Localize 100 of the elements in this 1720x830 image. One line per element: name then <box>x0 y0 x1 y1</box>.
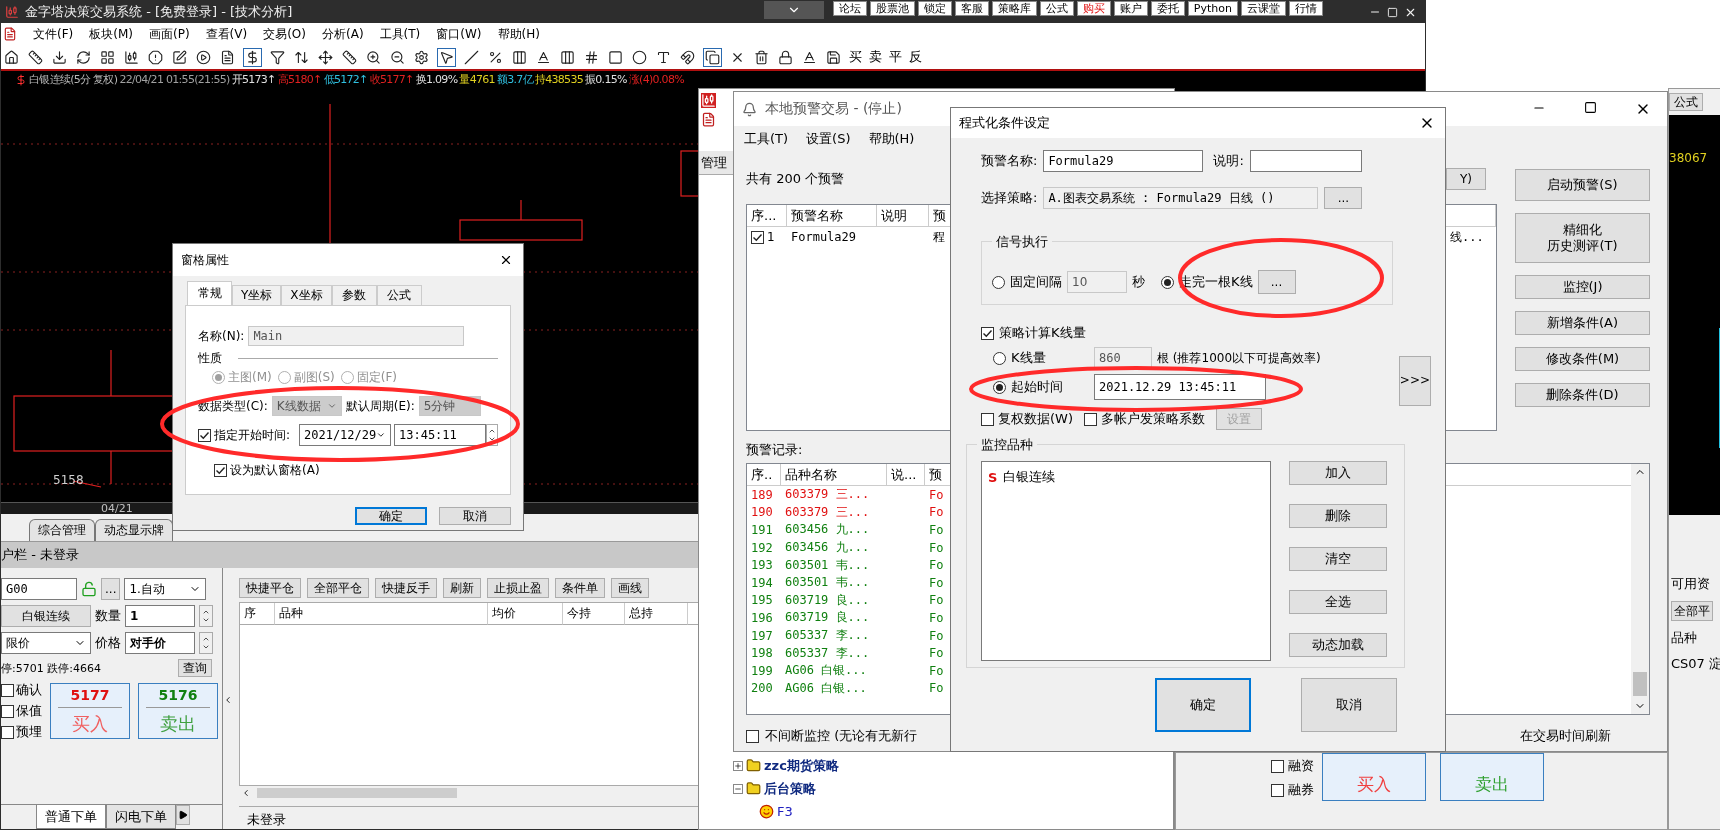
query-button[interactable]: 查询 <box>178 659 212 677</box>
expander[interactable] <box>733 760 743 771</box>
buy-button[interactable]: 5177 买入 <box>50 683 130 739</box>
edit-icon[interactable] <box>171 48 188 66</box>
spinner[interactable] <box>199 605 213 627</box>
levels-icon[interactable] <box>559 48 576 66</box>
checkbox[interactable] <box>1 683 14 697</box>
maximize-icon[interactable] <box>1584 101 1597 114</box>
checkbox[interactable] <box>198 428 211 442</box>
rectangle-icon[interactable] <box>607 48 624 66</box>
zoom-out-icon[interactable] <box>389 48 406 66</box>
radio-button[interactable] <box>993 380 1006 394</box>
scroll-tabs-button[interactable] <box>176 805 190 825</box>
top-bar-button[interactable]: 委托 <box>1150 1 1185 16</box>
strategy-field[interactable]: A.图表交易系统 : Formula29 日线 () <box>1043 187 1319 209</box>
copy-icon[interactable] <box>703 47 722 67</box>
scroll-left-icon[interactable] <box>241 788 251 798</box>
dollar-icon[interactable] <box>243 47 262 67</box>
action-button[interactable]: 全部平 <box>1671 601 1713 621</box>
menu-item[interactable]: 设置(S) <box>806 129 851 148</box>
cancel-button[interactable]: 取消 <box>1301 678 1397 732</box>
home-icon[interactable] <box>3 48 20 66</box>
tab[interactable]: 常规 <box>187 281 232 305</box>
contract-button[interactable]: 白银连续 <box>1 605 91 627</box>
settings-icon[interactable] <box>413 48 430 66</box>
top-bar-button[interactable]: 购买 <box>1076 1 1111 16</box>
tab[interactable]: 公式 <box>376 285 422 305</box>
radio-button[interactable] <box>212 371 225 384</box>
ok-button[interactable]: 确定 <box>1155 678 1251 732</box>
top-bar-button[interactable]: 云课堂 <box>1241 1 1286 16</box>
top-bar-button[interactable]: 行情 <box>1289 1 1323 16</box>
browse-button[interactable]: ... <box>1324 187 1363 209</box>
menu-item[interactable]: 板块(M) <box>89 25 133 43</box>
menu-item[interactable]: 交易(O) <box>263 25 306 43</box>
count-field[interactable]: 860 <box>1094 347 1152 369</box>
radio-button[interactable] <box>993 351 1006 365</box>
order-type-dropdown[interactable]: 限价 <box>1 632 91 654</box>
radio-button[interactable] <box>992 275 1005 289</box>
action-button[interactable]: 新增条件(A) <box>1515 311 1650 335</box>
list-button[interactable]: 删除 <box>1289 504 1387 528</box>
checkbox[interactable] <box>1 725 14 739</box>
list-button[interactable]: 动态加载 <box>1289 633 1387 657</box>
time-field[interactable]: 13:45:11 <box>394 424 486 446</box>
tab[interactable]: 综合管理 <box>29 519 95 541</box>
tab[interactable]: 管理 <box>701 153 727 172</box>
list-button[interactable]: 加入 <box>1289 461 1387 485</box>
checkbox[interactable] <box>214 464 227 477</box>
save-icon[interactable] <box>825 48 842 66</box>
move-icon[interactable] <box>317 48 334 66</box>
checkbox[interactable] <box>1 704 14 718</box>
name-field[interactable]: Main <box>248 326 465 346</box>
tree-item[interactable]: zzc期货策略 <box>764 756 839 775</box>
top-bar-button[interactable]: 论坛 <box>832 1 867 16</box>
top-bar-button[interactable]: 客服 <box>954 1 989 16</box>
top-bar-button[interactable]: 锁定 <box>917 1 952 16</box>
menu-item[interactable]: 窗口(W) <box>436 25 482 43</box>
checkbox[interactable] <box>1084 412 1097 426</box>
action-button[interactable]: 修改条件(M) <box>1515 347 1650 371</box>
trash-icon[interactable] <box>753 48 770 66</box>
tab[interactable]: Y坐标 <box>232 285 282 305</box>
checkbox[interactable] <box>751 230 764 244</box>
download-icon[interactable] <box>51 48 68 66</box>
tab[interactable]: X坐标 <box>281 285 332 305</box>
action-button[interactable]: 删除条件(D) <box>1515 383 1650 407</box>
checkbox[interactable] <box>1271 759 1284 773</box>
action-button[interactable]: 刷新 <box>443 578 481 598</box>
ok-button[interactable]: 确定 <box>355 507 427 525</box>
symbol-list[interactable]: S 白银连续 <box>981 461 1271 661</box>
action-button[interactable]: 精细化 历史测评(T) <box>1515 213 1650 263</box>
top-bar-button[interactable]: 账户 <box>1113 1 1148 16</box>
scrollbar[interactable] <box>1631 464 1649 714</box>
action-button[interactable]: 画线 <box>611 578 649 598</box>
tab[interactable]: 闪电下单 <box>106 805 176 829</box>
note-field[interactable] <box>1249 150 1362 172</box>
cancel-button[interactable]: 取消 <box>439 507 511 525</box>
name-field[interactable]: Formula29 <box>1043 150 1204 172</box>
circle-icon[interactable] <box>631 48 648 66</box>
side-button[interactable]: Y) <box>1446 168 1486 190</box>
action-button[interactable]: 启动预警(S) <box>1515 169 1650 201</box>
expand-button[interactable]: >>> <box>1398 355 1431 406</box>
ruler-icon[interactable] <box>341 48 358 66</box>
action-button[interactable]: 监控(J) <box>1515 275 1650 299</box>
menu-item[interactable]: 查看(V) <box>205 25 248 43</box>
action-button[interactable]: 快捷反手 <box>375 578 437 598</box>
date-picker[interactable]: 2021/12/29 <box>299 424 391 446</box>
tab[interactable]: 动态显示牌 <box>95 519 173 541</box>
list-button[interactable]: 全选 <box>1289 590 1387 614</box>
candlestick-icon[interactable] <box>123 48 140 66</box>
symbol-field[interactable]: G00 <box>1 578 77 600</box>
close-icon[interactable] <box>499 253 513 267</box>
spinner[interactable] <box>486 424 498 446</box>
lock-icon[interactable] <box>777 48 794 66</box>
top-bar-button[interactable]: 公式 <box>1039 1 1074 16</box>
toolbar-button[interactable]: 反 <box>909 48 922 66</box>
alert-icon[interactable] <box>147 48 164 66</box>
price-field[interactable]: 对手价 <box>125 632 195 654</box>
quantity-field[interactable]: 1 <box>125 605 195 627</box>
menu-item[interactable]: 帮助(H) <box>868 129 915 148</box>
top-bar-button[interactable]: Python <box>1187 1 1238 16</box>
action-button[interactable]: 条件单 <box>555 578 605 598</box>
